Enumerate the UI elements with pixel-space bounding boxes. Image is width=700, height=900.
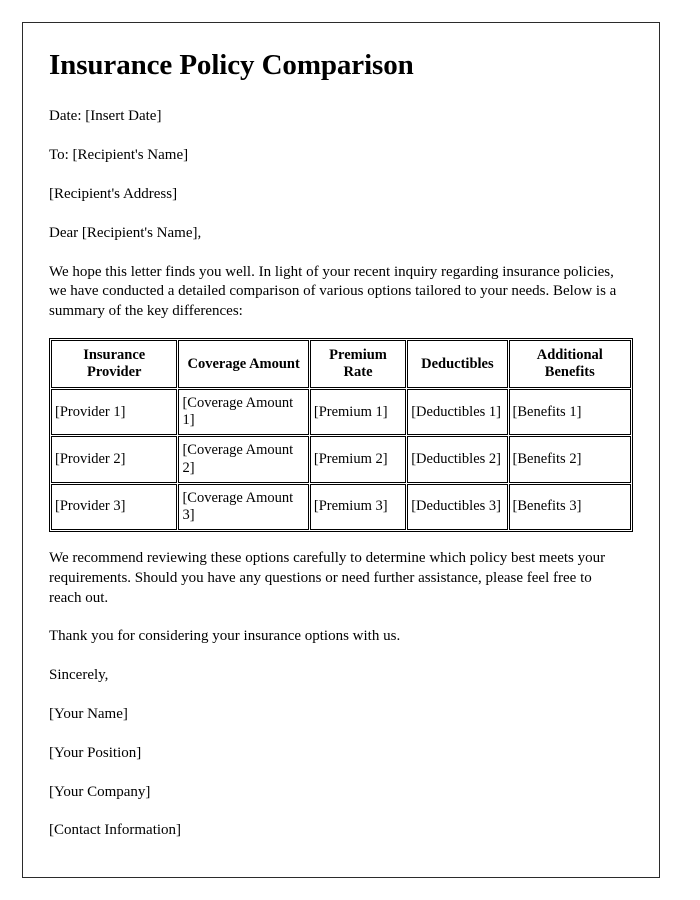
recipient-address-line: [Recipient's Address]: [49, 186, 178, 203]
document-page: Insurance Policy Comparison Date: [Inser…: [22, 22, 660, 878]
cell-deductibles: [Deductibles 1]: [407, 389, 508, 436]
cell-deductibles: [Deductibles 3]: [407, 483, 508, 530]
column-header-premium-rate: Premium Rate: [309, 340, 407, 389]
recipient-name-line: To: [Recipient's Name]: [49, 147, 189, 164]
table-header-row: Insurance Provider Coverage Amount Premi…: [51, 340, 631, 389]
cell-premium: [Premium 3]: [309, 483, 407, 530]
column-header-additional-benefits: Additional Benefits: [508, 340, 631, 389]
intro-paragraph: We hope this letter finds you well. In l…: [49, 263, 617, 320]
thanks-paragraph: Thank you for considering your insurance…: [49, 628, 401, 645]
page-title: Insurance Policy Comparison: [49, 49, 414, 81]
cell-premium: [Premium 2]: [309, 436, 407, 483]
cell-premium: [Premium 1]: [309, 389, 407, 436]
column-header-coverage-amount: Coverage Amount: [178, 340, 309, 389]
table-row: [Provider 1] [Coverage Amount 1] [Premiu…: [51, 389, 631, 436]
cell-coverage: [Coverage Amount 2]: [178, 436, 309, 483]
column-header-insurance-provider: Insurance Provider: [51, 340, 178, 389]
closing-line: Sincerely,: [49, 667, 109, 684]
cell-coverage: [Coverage Amount 3]: [178, 483, 309, 530]
salutation-line: Dear [Recipient's Name],: [49, 224, 202, 241]
cell-provider: [Provider 3]: [51, 483, 178, 530]
policy-comparison-table: Insurance Provider Coverage Amount Premi…: [49, 338, 633, 532]
cell-provider: [Provider 1]: [51, 389, 178, 436]
column-header-deductibles: Deductibles: [407, 340, 508, 389]
cell-benefits: [Benefits 3]: [508, 483, 631, 530]
table-row: [Provider 3] [Coverage Amount 3] [Premiu…: [51, 483, 631, 530]
table-row: [Provider 2] [Coverage Amount 2] [Premiu…: [51, 436, 631, 483]
cell-benefits: [Benefits 2]: [508, 436, 631, 483]
document-body: Insurance Policy Comparison Date: [Inser…: [23, 23, 659, 841]
cell-deductibles: [Deductibles 2]: [407, 436, 508, 483]
signature-your-position: [Your Position]: [49, 744, 142, 761]
signature-your-name: [Your Name]: [49, 705, 128, 722]
signature-contact-information: [Contact Information]: [49, 822, 182, 839]
date-line: Date: [Insert Date]: [49, 108, 162, 125]
signature-your-company: [Your Company]: [49, 783, 151, 800]
recommendation-paragraph: We recommend reviewing these options car…: [49, 549, 606, 606]
cell-benefits: [Benefits 1]: [508, 389, 631, 436]
cell-coverage: [Coverage Amount 1]: [178, 389, 309, 436]
cell-provider: [Provider 2]: [51, 436, 178, 483]
